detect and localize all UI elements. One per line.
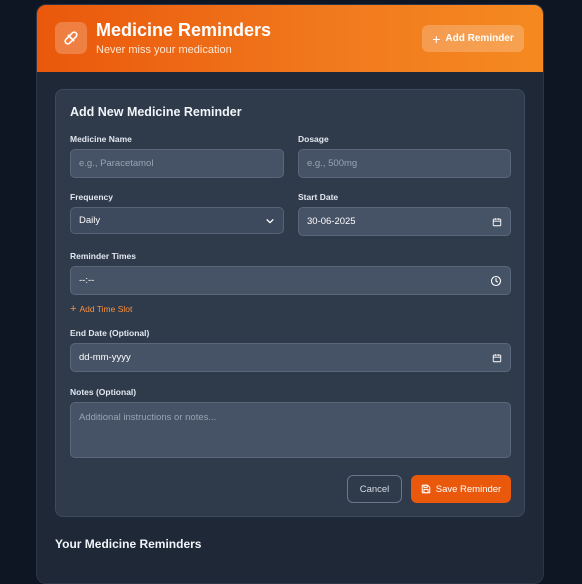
reminder-time-input[interactable]: --:-- (70, 266, 511, 295)
reminders-list-title: Your Medicine Reminders (55, 537, 202, 551)
save-reminder-button[interactable]: Save Reminder (411, 475, 511, 503)
form-title: Add New Medicine Reminder (70, 105, 242, 119)
add-time-slot-link[interactable]: + Add Time Slot (70, 303, 133, 315)
frequency-label: Frequency (70, 192, 113, 202)
start-date-value: 30-06-2025 (307, 216, 356, 227)
notes-textarea[interactable]: Additional instructions or notes... (70, 402, 511, 458)
dosage-input[interactable]: e.g., 500mg (298, 149, 511, 178)
start-date-label: Start Date (298, 192, 339, 202)
pill-icon (55, 22, 87, 54)
chevron-down-icon (265, 216, 275, 226)
add-reminder-button[interactable]: + Add Reminder (422, 25, 524, 52)
reminder-time-value: --:-- (79, 275, 95, 286)
start-date-input[interactable]: 30-06-2025 (298, 207, 511, 236)
calendar-icon[interactable] (492, 353, 502, 363)
header: Medicine Reminders Never miss your medic… (37, 5, 543, 72)
add-reminder-label: Add Reminder (445, 33, 514, 44)
plus-icon: + (432, 30, 441, 47)
frequency-value: Daily (79, 215, 101, 226)
add-reminder-form: Add New Medicine Reminder Medicine Name … (55, 89, 525, 517)
end-date-value: dd-mm-yyyy (79, 352, 131, 363)
app-subtitle: Never miss your medication (96, 44, 232, 56)
clock-icon[interactable] (490, 275, 502, 287)
app-window: Medicine Reminders Never miss your medic… (36, 4, 544, 584)
save-reminder-label: Save Reminder (435, 483, 502, 495)
cancel-button[interactable]: Cancel (347, 475, 402, 503)
end-date-label: End Date (Optional) (70, 328, 150, 338)
app-title: Medicine Reminders (96, 20, 272, 40)
reminder-times-label: Reminder Times (70, 251, 136, 261)
medicine-name-label: Medicine Name (70, 134, 132, 144)
save-icon (421, 484, 431, 494)
add-time-slot-label: Add Time Slot (79, 304, 133, 314)
notes-label: Notes (Optional) (70, 387, 137, 397)
dosage-label: Dosage (298, 134, 329, 144)
medicine-name-placeholder: e.g., Paracetamol (79, 158, 154, 169)
dosage-placeholder: e.g., 500mg (307, 158, 358, 169)
end-date-input[interactable]: dd-mm-yyyy (70, 343, 511, 372)
plus-icon: + (70, 303, 77, 315)
frequency-select[interactable]: Daily (70, 207, 284, 234)
calendar-icon[interactable] (492, 217, 502, 227)
medicine-name-input[interactable]: e.g., Paracetamol (70, 149, 284, 178)
notes-placeholder: Additional instructions or notes... (79, 412, 217, 423)
